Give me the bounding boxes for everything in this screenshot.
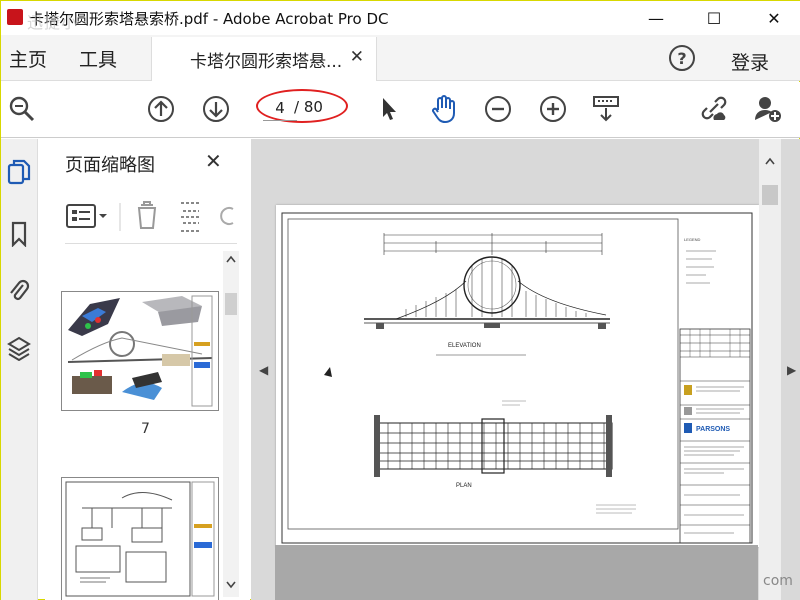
page-thumbnails-icon[interactable] [6, 159, 32, 185]
left-navigation-rail [1, 139, 38, 600]
select-arrow-icon[interactable] [374, 94, 404, 124]
thumbnail-page-8[interactable] [61, 477, 219, 600]
document-scrollbar[interactable] [759, 139, 781, 600]
thumbnail-page-7[interactable] [61, 291, 219, 411]
share-link-icon[interactable] [698, 94, 728, 124]
extract-page-icon [181, 202, 201, 232]
hand-tool-icon[interactable] [429, 94, 459, 124]
zoom-in-icon[interactable] [538, 94, 568, 124]
next-page-preview [275, 545, 758, 600]
document-tab-label: 卡塔尔圆形索塔悬... [190, 52, 343, 72]
legend-label: LEGEND [684, 237, 701, 242]
zoom-out-icon[interactable] [483, 94, 513, 124]
watermark-text: 迅捷小 [27, 13, 79, 32]
collapse-right-panel-icon[interactable]: ▶ [787, 363, 796, 377]
previous-page-icon[interactable] [146, 94, 176, 124]
thumbnails-separator [65, 243, 237, 244]
delete-page-icon [137, 201, 157, 229]
page-display-icon[interactable] [591, 94, 621, 124]
plan-label: PLAN [456, 483, 472, 489]
thumbnail-page-number: 7 [141, 421, 150, 437]
thumbnails-panel-title: 页面缩略图 [65, 155, 155, 176]
close-tab-button[interactable]: ✕ [350, 47, 364, 67]
menu-home[interactable]: 主页 [9, 45, 47, 72]
layers-icon[interactable] [6, 335, 32, 361]
page-total: / 80 [294, 98, 323, 116]
title-bar: 卡塔尔圆形索塔悬索桥.pdf - Adobe Acrobat Pro DC 迅捷… [1, 1, 800, 35]
help-icon[interactable]: ? [669, 45, 695, 71]
elevation-label: ELEVATION [448, 343, 481, 349]
next-page-icon[interactable] [201, 94, 231, 124]
window-title: 卡塔尔圆形索塔悬索桥.pdf - Adobe Acrobat Pro DC [29, 10, 389, 28]
corner-watermark: com [763, 573, 793, 589]
collapse-left-panel-icon[interactable]: ◀ [259, 363, 268, 377]
attachment-icon[interactable] [6, 277, 32, 303]
minimize-button[interactable]: — [633, 1, 679, 35]
rotate-page-icon [220, 207, 234, 225]
acrobat-logo-icon [7, 9, 23, 25]
page-number-input[interactable]: 4 [263, 95, 297, 121]
thumbnail-options-icon [66, 204, 107, 228]
company-label: PARSONS [696, 426, 730, 433]
document-tab[interactable]: 卡塔尔圆形索塔悬... ✕ [151, 37, 377, 81]
toolbar: 4 / 80 [1, 82, 800, 138]
close-window-button[interactable]: ✕ [751, 1, 797, 35]
maximize-button[interactable]: ☐ [691, 1, 737, 35]
app-window: 卡塔尔圆形索塔悬索桥.pdf - Adobe Acrobat Pro DC 迅捷… [0, 0, 800, 600]
zoom-search-icon[interactable] [7, 94, 37, 124]
thumbnails-toolbar [65, 197, 237, 237]
thumbnails-scrollbar-thumb[interactable] [225, 293, 237, 315]
pdf-page: ELEVATION PLAN LEGEND PARSONS [276, 205, 759, 547]
bookmark-icon[interactable] [6, 221, 32, 247]
document-scrollbar-thumb[interactable] [762, 185, 778, 205]
thumbnails-scrollbar[interactable] [223, 251, 239, 597]
close-panel-button[interactable]: ✕ [205, 149, 222, 173]
login-link[interactable]: 登录 [731, 48, 769, 75]
page-thumbnails-panel: 页面缩略图 ✕ 7 [45, 139, 250, 600]
document-view[interactable]: ◀ ▶ ELEVATION PLAN LEGEND PARSONS [251, 139, 800, 600]
add-user-icon[interactable] [753, 94, 783, 124]
menu-tools[interactable]: 工具 [79, 45, 117, 72]
